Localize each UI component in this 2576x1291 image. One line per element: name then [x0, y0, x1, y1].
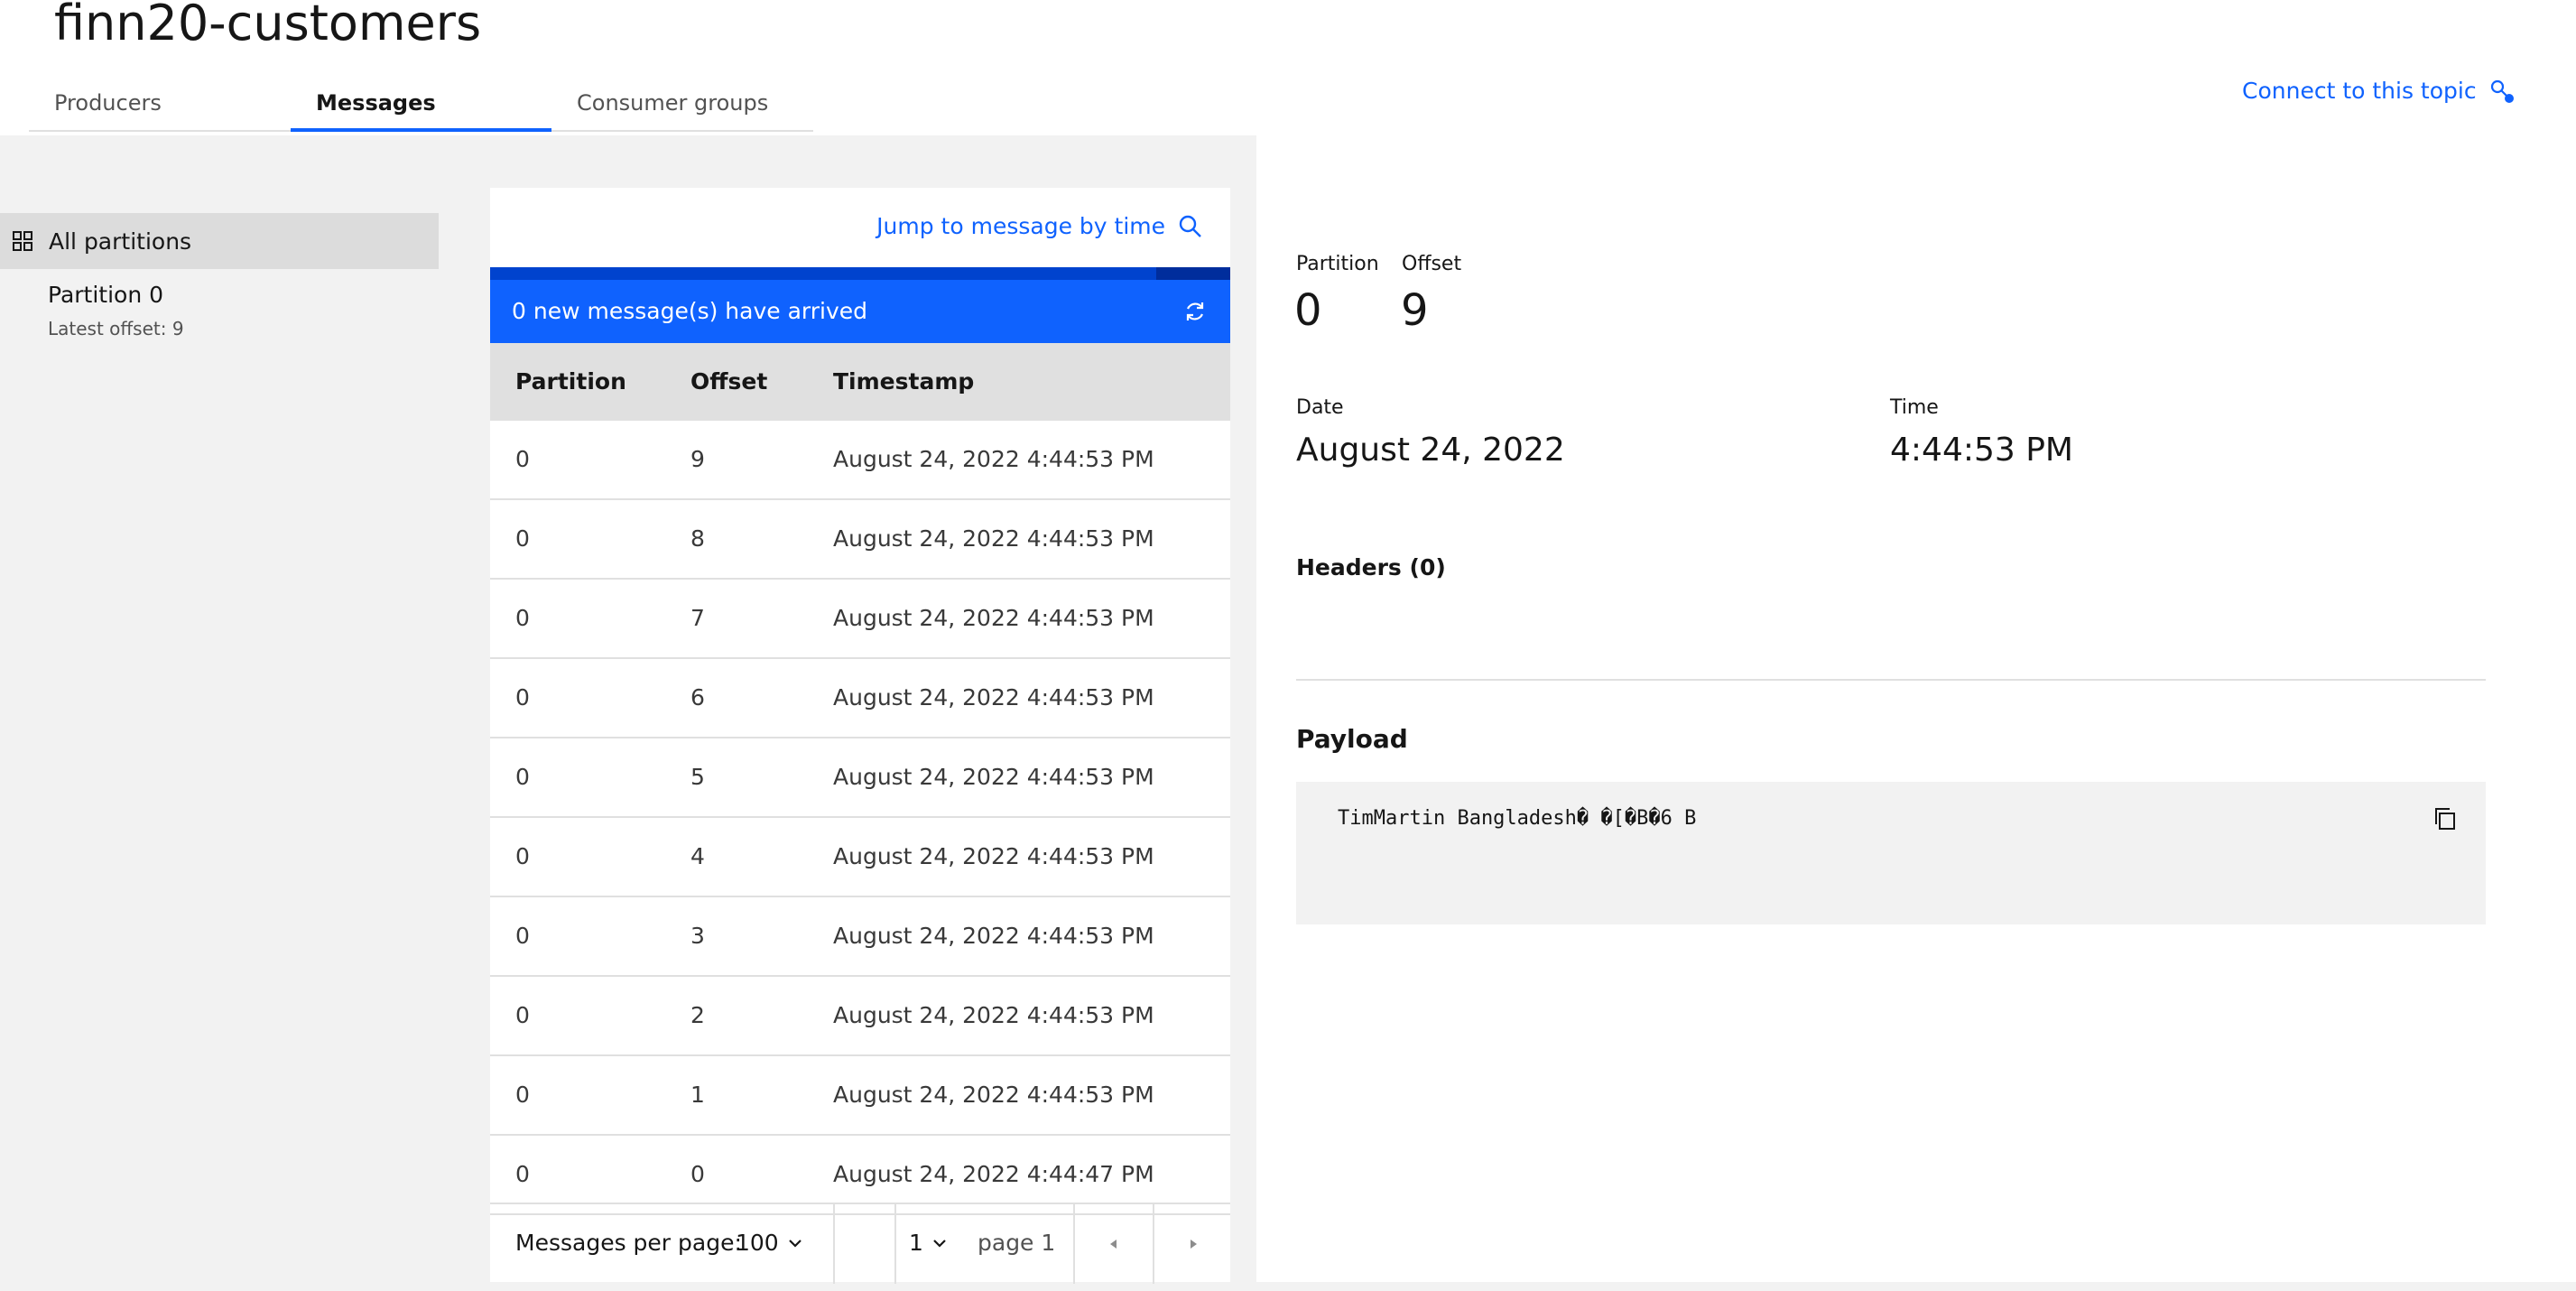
- detail-time-label: Time: [1890, 396, 1939, 419]
- tab-producers[interactable]: Producers: [29, 78, 291, 132]
- table-row[interactable]: 0 1 August 24, 2022 4:44:53 PM: [490, 1056, 1230, 1136]
- detail-partition-value: 0: [1294, 285, 1322, 336]
- messages-per-page-select[interactable]: 100: [736, 1230, 804, 1256]
- next-page-button[interactable]: [1154, 1204, 1232, 1284]
- message-detail-panel: [1256, 135, 2576, 1282]
- detail-divider: [1296, 679, 2486, 681]
- cell-partition: 0: [515, 446, 530, 472]
- cell-timestamp: August 24, 2022 4:44:53 PM: [833, 684, 1154, 711]
- caret-right-icon: [1191, 1240, 1197, 1249]
- pagination-divider: [894, 1204, 896, 1284]
- table-row[interactable]: 0 3 August 24, 2022 4:44:53 PM: [490, 897, 1230, 977]
- cell-timestamp: August 24, 2022 4:44:53 PM: [833, 764, 1154, 790]
- messages-per-page-value: 100: [736, 1230, 779, 1256]
- partition-name: Partition 0: [48, 282, 164, 308]
- column-header-timestamp: Timestamp: [833, 368, 975, 395]
- table-row[interactable]: 0 6 August 24, 2022 4:44:53 PM: [490, 659, 1230, 738]
- chevron-down-icon: [933, 1239, 946, 1248]
- bottom-strip: [1256, 1282, 2576, 1291]
- cell-timestamp: August 24, 2022 4:44:53 PM: [833, 923, 1154, 949]
- search-icon: [1178, 214, 1203, 239]
- tab-list: Producers Messages Consumer groups: [29, 78, 813, 134]
- table-row[interactable]: 0 2 August 24, 2022 4:44:53 PM: [490, 977, 1230, 1056]
- sidebar-item-partition-0[interactable]: Partition 0 Latest offset: 9: [0, 282, 439, 341]
- table-row[interactable]: 0 5 August 24, 2022 4:44:53 PM: [490, 738, 1230, 818]
- payload-heading: Payload: [1296, 724, 1408, 754]
- cell-offset: 0: [690, 1161, 705, 1187]
- page-title: finn20-customers: [54, 0, 482, 51]
- pagination: Messages per page: 100 1 page 1: [490, 1203, 1230, 1284]
- cell-partition: 0: [515, 684, 530, 711]
- cell-partition: 0: [515, 525, 530, 552]
- cell-offset: 1: [690, 1082, 705, 1108]
- connect-to-topic-label: Connect to this topic: [2242, 78, 2477, 104]
- cell-partition: 0: [515, 843, 530, 869]
- sidebar-item-all-partitions-label: All partitions: [49, 228, 192, 255]
- cell-offset: 5: [690, 764, 705, 790]
- detail-offset-label: Offset: [1402, 253, 1462, 275]
- page-label: page 1: [978, 1230, 1056, 1256]
- detail-partition-label: Partition: [1296, 253, 1379, 275]
- cell-partition: 0: [515, 1082, 530, 1108]
- cell-timestamp: August 24, 2022 4:44:53 PM: [833, 1002, 1154, 1028]
- payload-code-block: TimMartin Bangladesh� �[�B�6 B: [1296, 782, 2486, 924]
- cell-partition: 0: [515, 764, 530, 790]
- grid-icon: [11, 229, 34, 253]
- cell-timestamp: August 24, 2022 4:44:47 PM: [833, 1161, 1154, 1187]
- column-header-partition: Partition: [515, 368, 626, 395]
- loading-bar: [490, 267, 1230, 280]
- cell-offset: 6: [690, 684, 705, 711]
- page-number-value: 1: [909, 1230, 923, 1256]
- column-header-offset: Offset: [690, 368, 768, 395]
- cell-timestamp: August 24, 2022 4:44:53 PM: [833, 605, 1154, 631]
- cell-timestamp: August 24, 2022 4:44:53 PM: [833, 525, 1154, 552]
- cell-partition: 0: [515, 1161, 530, 1187]
- table-row[interactable]: 0 4 August 24, 2022 4:44:53 PM: [490, 818, 1230, 897]
- detail-date-value: August 24, 2022: [1296, 432, 1565, 469]
- cell-offset: 4: [690, 843, 705, 869]
- chevron-down-icon: [788, 1239, 802, 1248]
- tab-messages[interactable]: Messages: [291, 78, 551, 132]
- caret-left-icon: [1110, 1240, 1117, 1249]
- detail-date-label: Date: [1296, 396, 1344, 419]
- refresh-icon[interactable]: [1181, 298, 1209, 325]
- cell-offset: 2: [690, 1002, 705, 1028]
- connect-key-icon: [2489, 79, 2515, 104]
- headers-heading: Headers (0): [1296, 554, 1446, 580]
- connect-to-topic-link[interactable]: Connect to this topic: [2242, 78, 2515, 104]
- jump-to-message-label: Jump to message by time: [876, 213, 1165, 239]
- messages-per-page-label: Messages per page:: [515, 1230, 742, 1256]
- cell-offset: 9: [690, 446, 705, 472]
- detail-offset-value: 9: [1401, 285, 1429, 336]
- tab-consumer-groups[interactable]: Consumer groups: [551, 78, 813, 132]
- copy-icon[interactable]: [2432, 805, 2459, 832]
- table-row[interactable]: 0 9 August 24, 2022 4:44:53 PM: [490, 421, 1230, 500]
- sidebar-item-all-partitions[interactable]: All partitions: [0, 213, 439, 269]
- table-body: 0 9 August 24, 2022 4:44:53 PM 0 8 Augus…: [490, 421, 1230, 1215]
- cell-timestamp: August 24, 2022 4:44:53 PM: [833, 843, 1154, 869]
- cell-offset: 8: [690, 525, 705, 552]
- cell-timestamp: August 24, 2022 4:44:53 PM: [833, 1082, 1154, 1108]
- cell-offset: 3: [690, 923, 705, 949]
- new-messages-text: 0 new message(s) have arrived: [512, 298, 868, 324]
- detail-time-value: 4:44:53 PM: [1890, 432, 2073, 469]
- payload-text: TimMartin Bangladesh� �[�B�6 B: [1338, 807, 1697, 830]
- messages-table-card: Jump to message by time 0 new message(s)…: [490, 188, 1230, 1284]
- cell-partition: 0: [515, 1002, 530, 1028]
- pagination-divider: [833, 1204, 835, 1284]
- table-row[interactable]: 0 8 August 24, 2022 4:44:53 PM: [490, 500, 1230, 580]
- jump-to-message-link[interactable]: Jump to message by time: [876, 213, 1203, 239]
- table-header: Partition Offset Timestamp: [490, 343, 1230, 421]
- new-messages-banner: 0 new message(s) have arrived: [490, 280, 1230, 343]
- cell-offset: 7: [690, 605, 705, 631]
- page-number-select[interactable]: 1: [909, 1230, 949, 1256]
- cell-timestamp: August 24, 2022 4:44:53 PM: [833, 446, 1154, 472]
- cell-partition: 0: [515, 605, 530, 631]
- cell-partition: 0: [515, 923, 530, 949]
- table-row[interactable]: 0 7 August 24, 2022 4:44:53 PM: [490, 580, 1230, 659]
- partition-latest-offset: Latest offset: 9: [48, 318, 184, 339]
- previous-page-button[interactable]: [1075, 1204, 1153, 1284]
